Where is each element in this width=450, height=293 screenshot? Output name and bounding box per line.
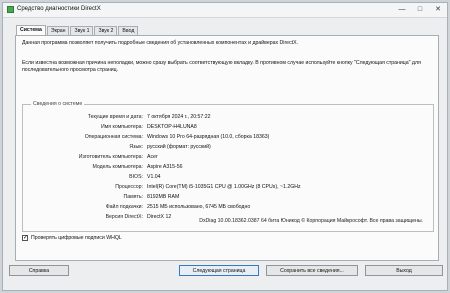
info-row-datetime: Текущие время и дата: 7 октября 2024 г.,… (23, 114, 423, 121)
info-label: Текущие время и дата: (87, 114, 143, 120)
info-label: Модель компьютера: (92, 164, 143, 170)
info-value: Acer (147, 154, 158, 160)
maximize-icon[interactable]: □ (411, 3, 429, 17)
dxdiag-app-icon (7, 6, 14, 13)
info-label: Память: (123, 194, 143, 200)
info-value: 7 октября 2024 г., 20:57:22 (147, 114, 211, 120)
whql-checkbox-row[interactable]: ✓ Проверять цифровые подписи WHQL (22, 234, 122, 242)
info-row-memory: Память: 8192MB RAM (23, 194, 423, 201)
whql-checkbox-label[interactable]: Проверять цифровые подписи WHQL (31, 235, 122, 241)
info-row-model: Модель компьютера: Aspire A315-56 (23, 164, 423, 171)
checkmark-icon: ✓ (23, 235, 29, 241)
info-row-computer-name: Имя компьютера: DESKTOP-H4LUNA8 (23, 124, 423, 131)
info-label: Имя компьютера: (100, 124, 143, 130)
exit-button[interactable]: Выход (365, 265, 443, 276)
info-row-language: Язык: русский (формат: русский) (23, 144, 423, 151)
info-label: Операционная система: (84, 134, 143, 140)
info-label: Файл подкачки: (105, 204, 143, 210)
info-row-os: Операционная система: Windows 10 Pro 64-… (23, 134, 423, 141)
info-value: 8192MB RAM (147, 194, 180, 200)
help-button[interactable]: Справка (9, 265, 69, 276)
intro-paragraph-1: Данная программа позволяет получить подр… (22, 40, 299, 46)
whql-checkbox[interactable]: ✓ (22, 235, 28, 241)
title-bar: Средство диагностики DirectX — □ ✕ (3, 3, 447, 18)
info-value: V1.04 (147, 174, 161, 180)
info-row-processor: Процессор: Intel(R) Core(TM) i5-1035G1 C… (23, 184, 423, 191)
info-label: Процессор: (115, 184, 143, 190)
window-title: Средство диагностики DirectX (17, 6, 101, 12)
info-row-bios: BIOS: V1.04 (23, 174, 423, 181)
close-icon[interactable]: ✕ (429, 3, 447, 17)
version-status-text: DxDiag 10.00.18362.0387 64 бита Юникод ©… (199, 218, 423, 224)
info-value: Intel(R) Core(TM) i5-1035G1 CPU @ 1.00GH… (147, 184, 301, 190)
info-value: русский (формат: русский) (147, 144, 211, 150)
save-all-info-button[interactable]: Сохранить все сведения... (266, 265, 358, 276)
info-row-pagefile: Файл подкачки: 2515 МБ использовано, 674… (23, 204, 423, 211)
minimize-icon[interactable]: — (393, 3, 411, 17)
info-label: Изготовитель компьютера: (78, 154, 143, 160)
system-tab-panel: Данная программа позволяет получить подр… (15, 35, 439, 261)
info-label: Язык: (129, 144, 143, 150)
info-value: Windows 10 Pro 64-разрядная (10.0, сборк… (147, 134, 270, 140)
intro-paragraph-2: Если известна возможная причина неполадк… (22, 60, 421, 73)
system-info-group: Сведения о системе Текущие время и дата:… (22, 101, 434, 232)
info-label: BIOS: (129, 174, 143, 180)
info-value: DESKTOP-H4LUNA8 (147, 124, 197, 130)
next-page-button[interactable]: Следующая страница (179, 265, 259, 276)
info-value: 2515 МБ использовано, 6745 МБ свободно (147, 204, 251, 210)
info-row-manufacturer: Изготовитель компьютера: Acer (23, 154, 423, 161)
tab-strip: Система Экран Звук 1 Звук 2 Ввод (16, 25, 139, 36)
system-info-group-title: Сведения о системе (31, 101, 85, 107)
dxdiag-window: Средство диагностики DirectX — □ ✕ Систе… (2, 2, 448, 291)
info-value: Aspire A315-56 (147, 164, 183, 170)
